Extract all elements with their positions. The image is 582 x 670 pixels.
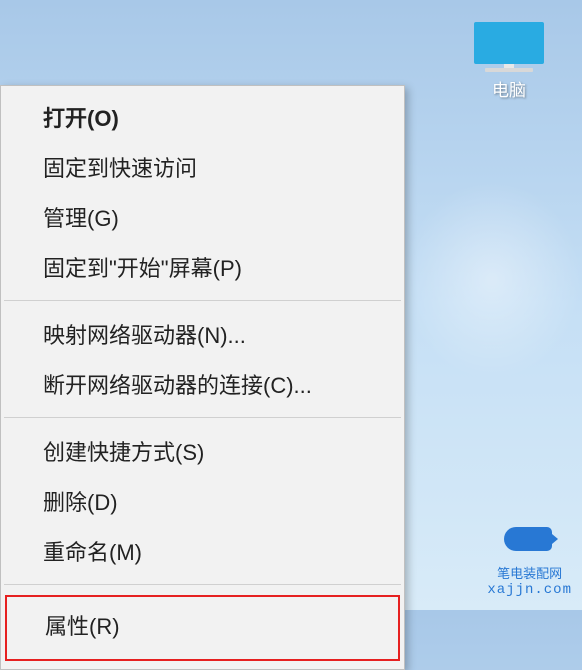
desktop-icon-this-pc[interactable]: 电脑 xyxy=(464,22,554,101)
shark-icon xyxy=(504,527,556,561)
watermark-text-2: xajjn.com xyxy=(487,582,572,598)
menu-divider xyxy=(4,300,401,301)
menu-divider xyxy=(4,584,401,585)
desktop-wallpaper-cloud xyxy=(402,180,582,380)
watermark: 笔电装配网 xajjn.com xyxy=(487,527,572,598)
desktop-icon-label: 电脑 xyxy=(464,76,554,101)
menu-divider xyxy=(4,417,401,418)
menu-item-open[interactable]: 打开(O) xyxy=(1,92,404,142)
menu-item-delete[interactable]: 删除(D) xyxy=(1,476,404,526)
menu-item-map-drive[interactable]: 映射网络驱动器(N)... xyxy=(1,309,404,359)
menu-item-rename[interactable]: 重命名(M) xyxy=(1,526,404,576)
watermark-text-1: 笔电装配网 xyxy=(487,563,572,582)
menu-item-pin-start[interactable]: 固定到"开始"屏幕(P) xyxy=(1,242,404,292)
context-menu: 打开(O) 固定到快速访问 管理(G) 固定到"开始"屏幕(P) 映射网络驱动器… xyxy=(0,85,405,670)
menu-item-properties[interactable]: 属性(R) xyxy=(5,595,400,661)
menu-item-manage[interactable]: 管理(G) xyxy=(1,192,404,242)
menu-item-pin-quick-access[interactable]: 固定到快速访问 xyxy=(1,142,404,192)
menu-item-create-shortcut[interactable]: 创建快捷方式(S) xyxy=(1,426,404,476)
menu-item-disconnect-drive[interactable]: 断开网络驱动器的连接(C)... xyxy=(1,359,404,409)
computer-icon xyxy=(474,22,544,70)
